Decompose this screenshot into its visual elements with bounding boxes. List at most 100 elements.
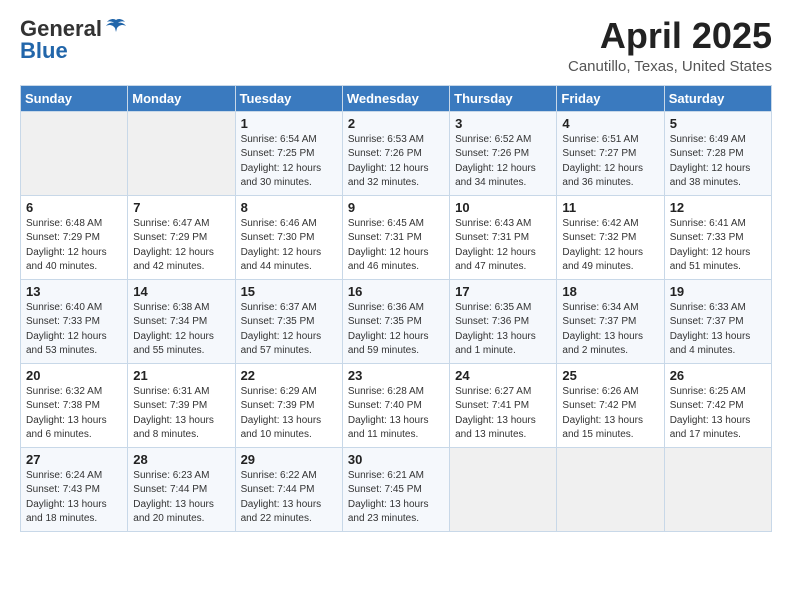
calendar-cell [664, 447, 771, 531]
day-info: Sunrise: 6:43 AM Sunset: 7:31 PM Dayligh… [455, 217, 551, 275]
day-number: 11 [562, 200, 658, 215]
day-number: 5 [670, 116, 766, 131]
calendar-cell [450, 447, 557, 531]
day-number: 18 [562, 284, 658, 299]
day-number: 29 [241, 452, 337, 467]
day-info: Sunrise: 6:26 AM Sunset: 7:42 PM Dayligh… [562, 385, 658, 443]
calendar-cell: 17 Sunrise: 6:35 AM Sunset: 7:36 PM Dayli… [450, 279, 557, 363]
day-number: 4 [562, 116, 658, 131]
day-number: 20 [26, 368, 122, 383]
calendar-cell: 24Sunrise: 6:27 AM Sunset: 7:41 PM Dayli… [450, 363, 557, 447]
day-info: Sunrise: 6:38 AM Sunset: 7:34 PM Dayligh… [133, 301, 229, 359]
weekday-header-sunday: Sunday [21, 85, 128, 111]
day-info: Sunrise: 6:47 AM Sunset: 7:29 PM Dayligh… [133, 217, 229, 275]
month-title: April 2025 [568, 16, 772, 56]
day-info: Sunrise: 6:25 AM Sunset: 7:42 PM Dayligh… [670, 385, 766, 443]
day-info: Sunrise: 6:21 AM Sunset: 7:45 PM Dayligh… [348, 469, 444, 527]
title-block: April 2025 Canutillo, Texas, United Stat… [568, 16, 772, 75]
weekday-header-saturday: Saturday [664, 85, 771, 111]
weekday-header-tuesday: Tuesday [235, 85, 342, 111]
day-number: 7 [133, 200, 229, 215]
calendar-week-row: 27 Sunrise: 6:24 AM Sunset: 7:43 PM Dayli… [21, 447, 772, 531]
day-info: Sunrise: 6:22 AM Sunset: 7:44 PM Dayligh… [241, 469, 337, 527]
day-number: 6 [26, 200, 122, 215]
day-info: Sunrise: 6:34 AM Sunset: 7:37 PM Dayligh… [562, 301, 658, 359]
day-number: 1 [241, 116, 337, 131]
calendar-cell: 29 Sunrise: 6:22 AM Sunset: 7:44 PM Dayli… [235, 447, 342, 531]
calendar-table: SundayMondayTuesdayWednesdayThursdayFrid… [20, 85, 772, 532]
day-number: 28 [133, 452, 229, 467]
day-number: 25 [562, 368, 658, 383]
calendar-cell: 21Sunrise: 6:31 AM Sunset: 7:39 PM Dayli… [128, 363, 235, 447]
calendar-cell [557, 447, 664, 531]
calendar-cell: 12Sunrise: 6:41 AM Sunset: 7:33 PM Dayli… [664, 195, 771, 279]
calendar-cell: 9 Sunrise: 6:45 AM Sunset: 7:31 PM Daylig… [342, 195, 449, 279]
day-number: 10 [455, 200, 551, 215]
day-info: Sunrise: 6:46 AM Sunset: 7:30 PM Dayligh… [241, 217, 337, 275]
weekday-header-friday: Friday [557, 85, 664, 111]
calendar-cell: 28Sunrise: 6:23 AM Sunset: 7:44 PM Dayli… [128, 447, 235, 531]
weekday-header-thursday: Thursday [450, 85, 557, 111]
logo-blue: Blue [20, 38, 68, 64]
calendar-cell: 4 Sunrise: 6:51 AM Sunset: 7:27 PM Daylig… [557, 111, 664, 195]
day-number: 22 [241, 368, 337, 383]
day-number: 16 [348, 284, 444, 299]
day-number: 17 [455, 284, 551, 299]
day-number: 23 [348, 368, 444, 383]
day-info: Sunrise: 6:33 AM Sunset: 7:37 PM Dayligh… [670, 301, 766, 359]
day-number: 8 [241, 200, 337, 215]
calendar-cell: 16 Sunrise: 6:36 AM Sunset: 7:35 PM Dayli… [342, 279, 449, 363]
day-info: Sunrise: 6:31 AM Sunset: 7:39 PM Dayligh… [133, 385, 229, 443]
calendar-cell: 30 Sunrise: 6:21 AM Sunset: 7:45 PM Dayli… [342, 447, 449, 531]
day-info: Sunrise: 6:51 AM Sunset: 7:27 PM Dayligh… [562, 133, 658, 191]
day-number: 30 [348, 452, 444, 467]
day-info: Sunrise: 6:40 AM Sunset: 7:33 PM Dayligh… [26, 301, 122, 359]
day-info: Sunrise: 6:42 AM Sunset: 7:32 PM Dayligh… [562, 217, 658, 275]
calendar-cell: 5 Sunrise: 6:49 AM Sunset: 7:28 PM Daylig… [664, 111, 771, 195]
calendar-cell: 19 Sunrise: 6:33 AM Sunset: 7:37 PM Dayli… [664, 279, 771, 363]
day-info: Sunrise: 6:45 AM Sunset: 7:31 PM Dayligh… [348, 217, 444, 275]
day-number: 24 [455, 368, 551, 383]
day-number: 15 [241, 284, 337, 299]
day-number: 3 [455, 116, 551, 131]
calendar-cell [21, 111, 128, 195]
day-info: Sunrise: 6:36 AM Sunset: 7:35 PM Dayligh… [348, 301, 444, 359]
day-info: Sunrise: 6:48 AM Sunset: 7:29 PM Dayligh… [26, 217, 122, 275]
day-info: Sunrise: 6:24 AM Sunset: 7:43 PM Dayligh… [26, 469, 122, 527]
calendar-cell: 13Sunrise: 6:40 AM Sunset: 7:33 PM Dayli… [21, 279, 128, 363]
day-info: Sunrise: 6:37 AM Sunset: 7:35 PM Dayligh… [241, 301, 337, 359]
location-title: Canutillo, Texas, United States [568, 58, 772, 75]
weekday-header-wednesday: Wednesday [342, 85, 449, 111]
day-number: 14 [133, 284, 229, 299]
day-info: Sunrise: 6:49 AM Sunset: 7:28 PM Dayligh… [670, 133, 766, 191]
day-number: 27 [26, 452, 122, 467]
calendar-cell: 3 Sunrise: 6:52 AM Sunset: 7:26 PM Daylig… [450, 111, 557, 195]
calendar-cell: 22 Sunrise: 6:29 AM Sunset: 7:39 PM Dayli… [235, 363, 342, 447]
logo-bird-icon [105, 18, 127, 36]
day-number: 26 [670, 368, 766, 383]
day-info: Sunrise: 6:32 AM Sunset: 7:38 PM Dayligh… [26, 385, 122, 443]
calendar-page: General Blue April 2025 Canutillo, Texas… [0, 0, 792, 612]
day-info: Sunrise: 6:29 AM Sunset: 7:39 PM Dayligh… [241, 385, 337, 443]
calendar-cell: 7 Sunrise: 6:47 AM Sunset: 7:29 PM Daylig… [128, 195, 235, 279]
calendar-cell: 25 Sunrise: 6:26 AM Sunset: 7:42 PM Dayli… [557, 363, 664, 447]
day-number: 9 [348, 200, 444, 215]
day-info: Sunrise: 6:52 AM Sunset: 7:26 PM Dayligh… [455, 133, 551, 191]
day-number: 2 [348, 116, 444, 131]
header: General Blue April 2025 Canutillo, Texas… [20, 16, 772, 75]
day-info: Sunrise: 6:53 AM Sunset: 7:26 PM Dayligh… [348, 133, 444, 191]
calendar-cell: 15 Sunrise: 6:37 AM Sunset: 7:35 PM Dayli… [235, 279, 342, 363]
calendar-cell [128, 111, 235, 195]
calendar-week-row: 1Sunrise: 6:54 AM Sunset: 7:25 PM Daylig… [21, 111, 772, 195]
day-number: 19 [670, 284, 766, 299]
day-info: Sunrise: 6:35 AM Sunset: 7:36 PM Dayligh… [455, 301, 551, 359]
calendar-cell: 26 Sunrise: 6:25 AM Sunset: 7:42 PM Dayli… [664, 363, 771, 447]
calendar-week-row: 6 Sunrise: 6:48 AM Sunset: 7:29 PM Daylig… [21, 195, 772, 279]
day-info: Sunrise: 6:28 AM Sunset: 7:40 PM Dayligh… [348, 385, 444, 443]
calendar-week-row: 20 Sunrise: 6:32 AM Sunset: 7:38 PM Dayli… [21, 363, 772, 447]
logo: General Blue [20, 16, 127, 64]
day-number: 12 [670, 200, 766, 215]
calendar-cell: 10 Sunrise: 6:43 AM Sunset: 7:31 PM Dayli… [450, 195, 557, 279]
calendar-cell: 11 Sunrise: 6:42 AM Sunset: 7:32 PM Dayli… [557, 195, 664, 279]
calendar-cell: 20 Sunrise: 6:32 AM Sunset: 7:38 PM Dayli… [21, 363, 128, 447]
